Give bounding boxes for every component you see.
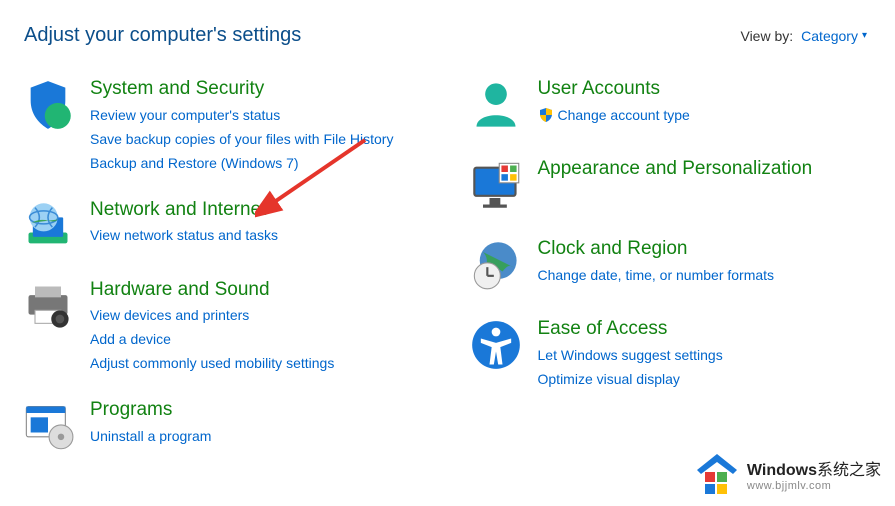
category-ease-access: Ease of Access Let Windows suggest setti… [468, 317, 876, 390]
category-clock-region: Clock and Region Change date, time, or n… [468, 237, 876, 293]
link-uninstall-program[interactable]: Uninstall a program [90, 426, 211, 447]
network-icon [20, 198, 76, 254]
programs-icon [20, 398, 76, 454]
view-by-container: View by: Category ▾ [740, 28, 867, 44]
category-user-accounts: User Accounts Change account type [468, 77, 876, 133]
category-title-network-internet[interactable]: Network and Internet [90, 198, 278, 223]
watermark-line1: Windows系统之家 [747, 456, 881, 480]
link-change-account-type-text: Change account type [558, 105, 690, 126]
view-by-label: View by: [740, 28, 793, 44]
monitor-icon [468, 157, 524, 213]
page-title: Adjust your computer's settings [24, 24, 301, 47]
category-system-security: System and Security Review your computer… [20, 77, 428, 174]
link-mobility-settings[interactable]: Adjust commonly used mobility settings [90, 353, 334, 374]
link-windows-suggest[interactable]: Let Windows suggest settings [538, 345, 723, 366]
link-network-status[interactable]: View network status and tasks [90, 225, 278, 246]
category-title-ease-access[interactable]: Ease of Access [538, 317, 723, 342]
link-review-status[interactable]: Review your computer's status [90, 105, 393, 126]
category-title-hardware-sound[interactable]: Hardware and Sound [90, 278, 334, 303]
link-optimize-display[interactable]: Optimize visual display [538, 369, 723, 390]
category-hardware-sound: Hardware and Sound View devices and prin… [20, 278, 428, 375]
windows-logo-icon [693, 450, 741, 498]
category-network-internet: Network and Internet View network status… [20, 198, 428, 254]
link-add-device[interactable]: Add a device [90, 329, 334, 350]
view-by-dropdown[interactable]: Category ▾ [801, 28, 867, 44]
watermark: Windows系统之家 www.bjjmlv.com [693, 450, 881, 498]
link-change-account-type[interactable]: Change account type [538, 105, 690, 126]
link-save-backup[interactable]: Save backup copies of your files with Fi… [90, 129, 393, 150]
view-by-value: Category [801, 28, 858, 44]
printer-icon [20, 278, 76, 334]
category-appearance: Appearance and Personalization [468, 157, 876, 213]
uac-shield-icon [538, 107, 554, 123]
link-view-devices[interactable]: View devices and printers [90, 305, 334, 326]
chevron-down-icon: ▾ [862, 30, 867, 41]
watermark-line2: www.bjjmlv.com [747, 480, 881, 492]
category-title-appearance[interactable]: Appearance and Personalization [538, 157, 813, 182]
clock-globe-icon [468, 237, 524, 293]
link-backup-restore[interactable]: Backup and Restore (Windows 7) [90, 153, 393, 174]
link-change-date-time[interactable]: Change date, time, or number formats [538, 265, 775, 286]
category-title-clock-region[interactable]: Clock and Region [538, 237, 775, 262]
category-title-system-security[interactable]: System and Security [90, 77, 393, 102]
category-title-programs[interactable]: Programs [90, 398, 211, 423]
shield-icon [20, 77, 76, 133]
category-programs: Programs Uninstall a program [20, 398, 428, 454]
accessibility-icon [468, 317, 524, 373]
user-icon [468, 77, 524, 133]
category-title-user-accounts[interactable]: User Accounts [538, 77, 690, 102]
